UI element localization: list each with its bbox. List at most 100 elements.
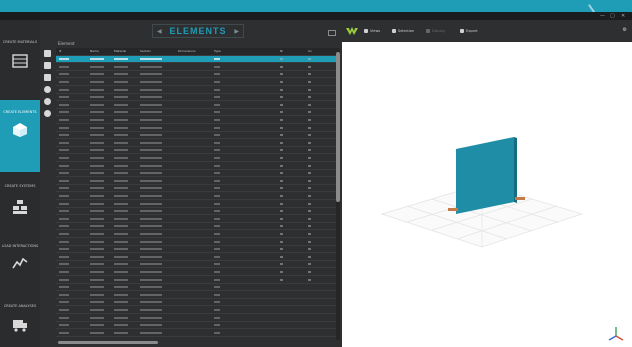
filter-tool-icon[interactable]: [44, 110, 51, 117]
table-row[interactable]: [56, 78, 336, 86]
wall-element[interactable]: [456, 137, 514, 214]
column-header[interactable]: Name: [90, 48, 99, 55]
cell-placeholder: [114, 58, 128, 61]
cell-placeholder: [214, 134, 220, 137]
cell-placeholder: [140, 88, 162, 91]
table-row[interactable]: [56, 200, 336, 208]
vertical-scrollbar[interactable]: [336, 48, 340, 340]
selection-button[interactable]: Selection: [392, 27, 414, 35]
table-row[interactable]: [56, 101, 336, 109]
cell-placeholder: [140, 286, 162, 289]
cell-placeholder: [90, 225, 104, 228]
prev-arrow-icon[interactable]: ◀: [157, 28, 162, 35]
cell-placeholder: [114, 156, 128, 159]
table-row[interactable]: [56, 177, 336, 185]
scrollbar-thumb[interactable]: [336, 52, 340, 202]
column-header[interactable]: Material: [114, 48, 126, 55]
edit-tool-icon[interactable]: [44, 50, 51, 57]
cell-placeholder: [59, 156, 69, 159]
minimize-button[interactable]: —: [600, 12, 605, 20]
cell-placeholder: [140, 156, 162, 159]
cell-placeholder: [308, 73, 311, 76]
table-row[interactable]: [56, 170, 336, 178]
settings-gear-icon[interactable]: ⚙: [623, 27, 627, 33]
table-row[interactable]: [56, 329, 336, 337]
table-row[interactable]: [56, 124, 336, 132]
cell-placeholder: [90, 65, 104, 68]
cell-placeholder: [90, 270, 104, 273]
table-row[interactable]: [56, 299, 336, 307]
table-row[interactable]: [56, 185, 336, 193]
table-row[interactable]: [56, 192, 336, 200]
table-row[interactable]: [56, 116, 336, 124]
table-row[interactable]: [56, 139, 336, 147]
cell-placeholder: [308, 217, 311, 220]
column-header[interactable]: #: [59, 48, 62, 55]
table-row[interactable]: [56, 268, 336, 276]
table-row[interactable]: [56, 291, 336, 299]
table-row[interactable]: [56, 322, 336, 330]
cell-placeholder: [214, 164, 220, 167]
table-row[interactable]: [56, 94, 336, 102]
table-row[interactable]: [56, 238, 336, 246]
cell-placeholder: [114, 149, 128, 152]
close-button[interactable]: ✕: [621, 12, 625, 20]
elements-table[interactable]: # Name Material Section Dimensions Type Nr Ax: [56, 48, 336, 340]
cell-placeholder: [59, 111, 69, 114]
table-row[interactable]: [56, 253, 336, 261]
cell-placeholder: [308, 278, 311, 281]
table-row[interactable]: [56, 147, 336, 155]
nav-item-analyses[interactable]: CREATE ANALYSES: [0, 300, 40, 347]
table-row[interactable]: [56, 208, 336, 216]
maximize-button[interactable]: ▢: [610, 12, 615, 20]
export-button[interactable]: Export: [460, 27, 477, 35]
info-tool-icon[interactable]: [44, 86, 51, 93]
table-row[interactable]: [56, 215, 336, 223]
next-arrow-icon[interactable]: ▶: [234, 28, 239, 35]
table-row[interactable]: [56, 276, 336, 284]
column-header[interactable]: Type: [214, 48, 221, 55]
column-header[interactable]: Nr: [280, 48, 283, 55]
column-header[interactable]: Section: [140, 48, 151, 55]
views-button[interactable]: Views: [364, 27, 380, 35]
cell-placeholder: [114, 286, 128, 289]
delete-tool-icon[interactable]: [44, 74, 51, 81]
table-row[interactable]: [56, 223, 336, 231]
cell-placeholder: [90, 80, 104, 83]
pin-icon[interactable]: [328, 30, 336, 36]
add-tool-icon[interactable]: [44, 98, 51, 105]
table-row[interactable]: [56, 109, 336, 117]
cell-placeholder: [308, 58, 311, 61]
nav-item-materials[interactable]: CREATE MATERIALS: [0, 36, 40, 96]
column-header[interactable]: Ax: [308, 48, 312, 55]
table-row[interactable]: [56, 261, 336, 269]
table-row-selected[interactable]: [56, 55, 336, 64]
cell-placeholder: [59, 270, 69, 273]
table-row[interactable]: [56, 71, 336, 79]
table-row[interactable]: [56, 154, 336, 162]
table-row[interactable]: [56, 86, 336, 94]
cell-placeholder: [90, 118, 104, 121]
table-row[interactable]: [56, 246, 336, 254]
table-row[interactable]: [56, 306, 336, 314]
column-header[interactable]: Dimensions: [178, 48, 196, 55]
table-row[interactable]: [56, 132, 336, 140]
table-row[interactable]: [56, 230, 336, 238]
table-row[interactable]: [56, 314, 336, 322]
nav-item-interactions[interactable]: LOAD INTERACTIONS: [0, 240, 40, 300]
copy-tool-icon[interactable]: [44, 62, 51, 69]
table-row[interactable]: [56, 162, 336, 170]
cell-placeholder: [140, 202, 162, 205]
display-button[interactable]: Display: [426, 27, 445, 35]
cell-placeholder: [59, 293, 69, 296]
table-row[interactable]: [56, 284, 336, 292]
nav-item-elements[interactable]: CREATE ELEMENTS: [0, 100, 40, 172]
cell-placeholder: [114, 202, 128, 205]
3d-viewport[interactable]: Views Selection Display Export ⚙: [342, 20, 632, 347]
cell-placeholder: [114, 225, 128, 228]
table-row[interactable]: [56, 63, 336, 71]
horizontal-scrollbar[interactable]: [58, 341, 158, 344]
nav-item-systems[interactable]: CREATE SYSTEMS: [0, 180, 40, 240]
cell-placeholder: [280, 88, 283, 91]
cell-placeholder: [280, 58, 283, 61]
